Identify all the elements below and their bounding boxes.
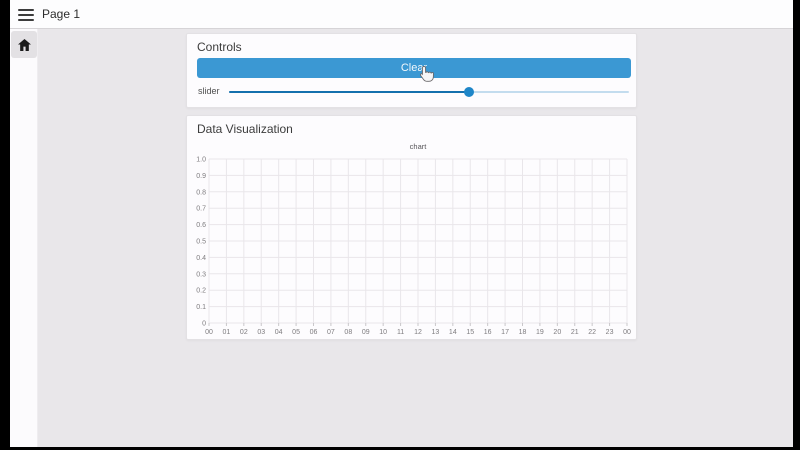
svg-text:11: 11	[397, 329, 404, 336]
svg-text:0: 0	[202, 321, 206, 328]
top-bar: Page 1	[10, 0, 793, 29]
svg-text:08: 08	[344, 329, 352, 336]
svg-text:02: 02	[240, 329, 248, 336]
svg-text:13: 13	[432, 329, 440, 336]
svg-text:12: 12	[414, 329, 422, 336]
svg-text:0.7: 0.7	[196, 206, 206, 213]
slider-track-fill	[229, 91, 469, 93]
svg-text:14: 14	[449, 329, 457, 336]
sidebar	[10, 29, 38, 447]
slider-label: slider	[198, 86, 220, 96]
svg-text:0.4: 0.4	[196, 255, 206, 262]
svg-text:03: 03	[257, 329, 265, 336]
svg-text:20: 20	[553, 329, 561, 336]
svg-text:09: 09	[362, 329, 370, 336]
svg-text:00: 00	[205, 329, 213, 336]
svg-text:1.0: 1.0	[196, 157, 206, 164]
svg-text:18: 18	[519, 329, 527, 336]
controls-card: Controls Clear slider	[186, 33, 637, 108]
svg-text:05: 05	[292, 329, 300, 336]
controls-card-title: Controls	[197, 40, 242, 54]
clear-button[interactable]: Clear	[197, 58, 631, 78]
svg-text:06: 06	[310, 329, 318, 336]
svg-text:16: 16	[484, 329, 492, 336]
svg-text:0.3: 0.3	[196, 271, 206, 278]
data-visualization-card: Data Visualization chart 1.0 0.9 0.8 0.7 0.6 0…	[186, 115, 637, 340]
svg-text:01: 01	[223, 329, 231, 336]
svg-text:0.9: 0.9	[196, 173, 206, 180]
svg-text:0.5: 0.5	[196, 239, 206, 246]
sidebar-item-home[interactable]	[11, 31, 37, 58]
svg-text:0.2: 0.2	[196, 288, 206, 295]
svg-text:chart: chart	[410, 142, 428, 151]
svg-text:00: 00	[623, 329, 631, 336]
svg-text:04: 04	[275, 329, 283, 336]
svg-text:10: 10	[379, 329, 387, 336]
svg-text:07: 07	[327, 329, 335, 336]
page-title: Page 1	[42, 7, 81, 21]
home-icon	[17, 38, 31, 51]
svg-text:0.6: 0.6	[196, 222, 206, 229]
app-window: Page 1 Controls Clear slider Data Visual…	[10, 0, 793, 447]
hamburger-menu-icon[interactable]	[18, 7, 36, 22]
svg-text:23: 23	[606, 329, 614, 336]
svg-text:0.1: 0.1	[196, 304, 206, 311]
chart-plot-area[interactable]: chart1.00.90.80.70.60.50.40.30.20.1000 01…	[187, 116, 636, 339]
svg-text:21: 21	[571, 329, 579, 336]
svg-text:17: 17	[501, 329, 509, 336]
slider-thumb[interactable]	[464, 87, 474, 97]
svg-text:15: 15	[466, 329, 474, 336]
svg-text:0.8: 0.8	[196, 189, 206, 196]
slider-track[interactable]	[229, 87, 629, 97]
svg-text:19: 19	[536, 329, 544, 336]
svg-text:22: 22	[588, 329, 596, 336]
